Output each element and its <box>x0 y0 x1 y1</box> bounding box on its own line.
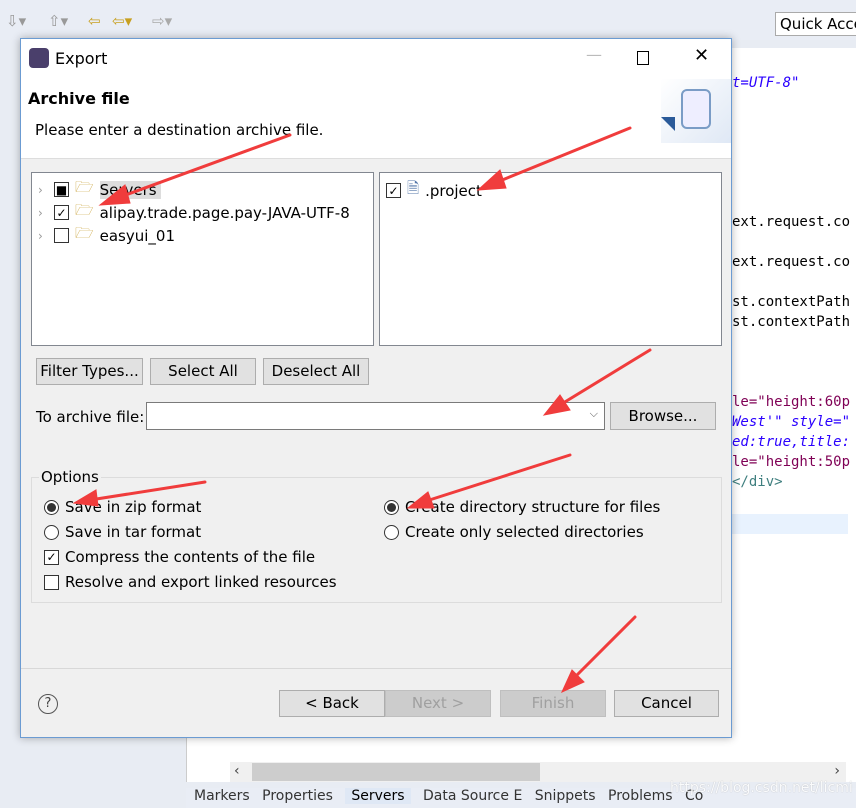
file-label: .project <box>425 181 482 200</box>
page-description: Please enter a destination archive file. <box>35 121 324 139</box>
project-tree: › ■ 🗁 Servers › ✓ 🗁 alipay.trade.page.pay-JAVA-… <box>31 172 374 346</box>
cancel-button[interactable]: Cancel <box>614 690 719 717</box>
directory-structure-radio[interactable]: Create directory structure for files <box>384 498 660 516</box>
radio[interactable] <box>44 499 59 515</box>
options-label: Options <box>39 468 101 486</box>
back-button[interactable]: < Back <box>279 690 385 717</box>
export-dialog: Export — ✕ Archive file Please enter a d… <box>20 38 732 738</box>
deselect-all-button[interactable]: Deselect All <box>263 358 369 385</box>
scroll-right-icon[interactable]: › <box>834 763 840 779</box>
checkbox[interactable] <box>44 574 59 590</box>
folder-icon: 🗁 <box>75 178 94 196</box>
file-list: ✓ 🗎 .project <box>379 172 722 346</box>
eclipse-icon <box>29 48 49 68</box>
resolve-label: Resolve and export linked resources <box>65 573 337 591</box>
last-edit-icon[interactable]: ⇦ <box>88 12 101 30</box>
next-button[interactable]: Next > <box>385 690 491 717</box>
radio[interactable] <box>384 499 399 515</box>
tab-servers[interactable]: Servers <box>345 788 411 804</box>
code-line: ext.request.co <box>732 214 851 230</box>
tab-snippets[interactable]: Snippets <box>535 788 596 804</box>
expand-chevron-icon[interactable]: › <box>38 206 48 220</box>
prev-annotation-icon[interactable]: ⇧▾ <box>48 12 68 30</box>
zip-format-radio[interactable]: Save in zip format <box>44 498 201 516</box>
code-line: ext.request.co <box>732 254 851 270</box>
code-line: st.contextPath <box>732 314 851 330</box>
next-annotation-icon[interactable]: ⇩▾ <box>6 12 26 30</box>
java-project-icon: 🗁 <box>75 224 94 242</box>
project-item[interactable]: › 🗁 easyui_01 <box>38 223 175 248</box>
checkbox[interactable]: ✓ <box>44 549 59 565</box>
code-line: West'" style=" <box>732 414 851 430</box>
tab-problems[interactable]: Problems <box>608 788 673 804</box>
title-bar: Export — ✕ <box>21 39 731 79</box>
code-line: le="height:60p <box>732 394 851 410</box>
watermark: https://blog.csdn.net/licmi <box>670 780 853 796</box>
project-checkbox[interactable]: ■ <box>54 182 69 197</box>
ide-toolbar: ⇩▾ ⇧▾ ⇦ ⇦▾ ⇨▾ Quick Access <box>0 0 856 40</box>
scroll-left-icon[interactable]: ‹ <box>234 763 240 779</box>
code-line: ed:true,title: <box>732 434 851 450</box>
browse-button[interactable]: Browse... <box>610 402 716 430</box>
back-icon[interactable]: ⇦▾ <box>112 12 132 30</box>
chevron-down-icon[interactable]: ⌵ <box>590 407 598 421</box>
help-icon[interactable]: ? <box>38 694 58 714</box>
tar-label: Save in tar format <box>65 523 202 541</box>
current-line-highlight <box>732 514 848 534</box>
radio[interactable] <box>44 524 59 540</box>
code-line: le="height:50p <box>732 454 851 470</box>
compress-label: Compress the contents of the file <box>65 548 316 566</box>
code-line: t=UTF-8" <box>732 75 800 91</box>
project-label: easyui_01 <box>99 226 175 245</box>
expand-chevron-icon[interactable]: › <box>38 229 48 243</box>
tar-format-radio[interactable]: Save in tar format <box>44 523 201 541</box>
project-checkbox[interactable] <box>54 228 69 243</box>
tab-markers[interactable]: Markers <box>194 788 250 804</box>
archive-file-combo[interactable]: ⌵ <box>146 402 605 430</box>
selected-directories-radio[interactable]: Create only selected directories <box>384 523 644 541</box>
code-line: st.contextPath <box>732 294 851 310</box>
file-checkbox[interactable]: ✓ <box>386 183 401 198</box>
finish-button[interactable]: Finish <box>500 690 606 717</box>
project-item[interactable]: › ■ 🗁 Servers <box>38 177 161 202</box>
resolve-linked-checkbox[interactable]: Resolve and export linked resources <box>44 573 337 591</box>
tab-properties[interactable]: Properties <box>262 788 333 804</box>
close-button[interactable]: ✕ <box>694 45 709 66</box>
select-all-button[interactable]: Select All <box>150 358 256 385</box>
filter-types-button[interactable]: Filter Types... <box>36 358 143 385</box>
only-selected-label: Create only selected directories <box>405 523 644 541</box>
radio[interactable] <box>384 524 399 540</box>
file-item[interactable]: ✓ 🗎 .project <box>386 178 482 203</box>
dir-structure-label: Create directory structure for files <box>405 498 661 516</box>
code-line: </div> <box>732 474 783 490</box>
scrollbar-thumb[interactable] <box>252 763 540 781</box>
project-checkbox[interactable]: ✓ <box>54 205 69 220</box>
xml-file-icon: 🗎 <box>407 179 420 197</box>
archive-file-label: To archive file: <box>36 408 145 426</box>
maximize-button[interactable] <box>637 51 649 65</box>
project-item[interactable]: › ✓ 🗁 alipay.trade.page.pay-JAVA-UTF-8 <box>38 200 350 225</box>
dialog-title: Export <box>55 49 108 68</box>
quick-access-input[interactable]: Quick Access <box>775 12 856 36</box>
zip-label: Save in zip format <box>65 498 202 516</box>
expand-chevron-icon[interactable]: › <box>38 183 48 197</box>
tab-data-source[interactable]: Data Source E <box>423 788 522 804</box>
java-project-icon: 🗁 <box>75 201 94 219</box>
wizard-header: Archive file Please enter a destination … <box>21 79 731 159</box>
project-label: alipay.trade.page.pay-JAVA-UTF-8 <box>99 203 350 222</box>
separator <box>21 668 731 669</box>
compress-checkbox[interactable]: ✓ Compress the contents of the file <box>44 548 315 566</box>
project-label: Servers <box>99 180 161 199</box>
minimize-button[interactable]: — <box>586 45 602 64</box>
page-title: Archive file <box>28 89 130 108</box>
forward-icon[interactable]: ⇨▾ <box>152 12 172 30</box>
archive-wizard-icon <box>661 79 731 143</box>
